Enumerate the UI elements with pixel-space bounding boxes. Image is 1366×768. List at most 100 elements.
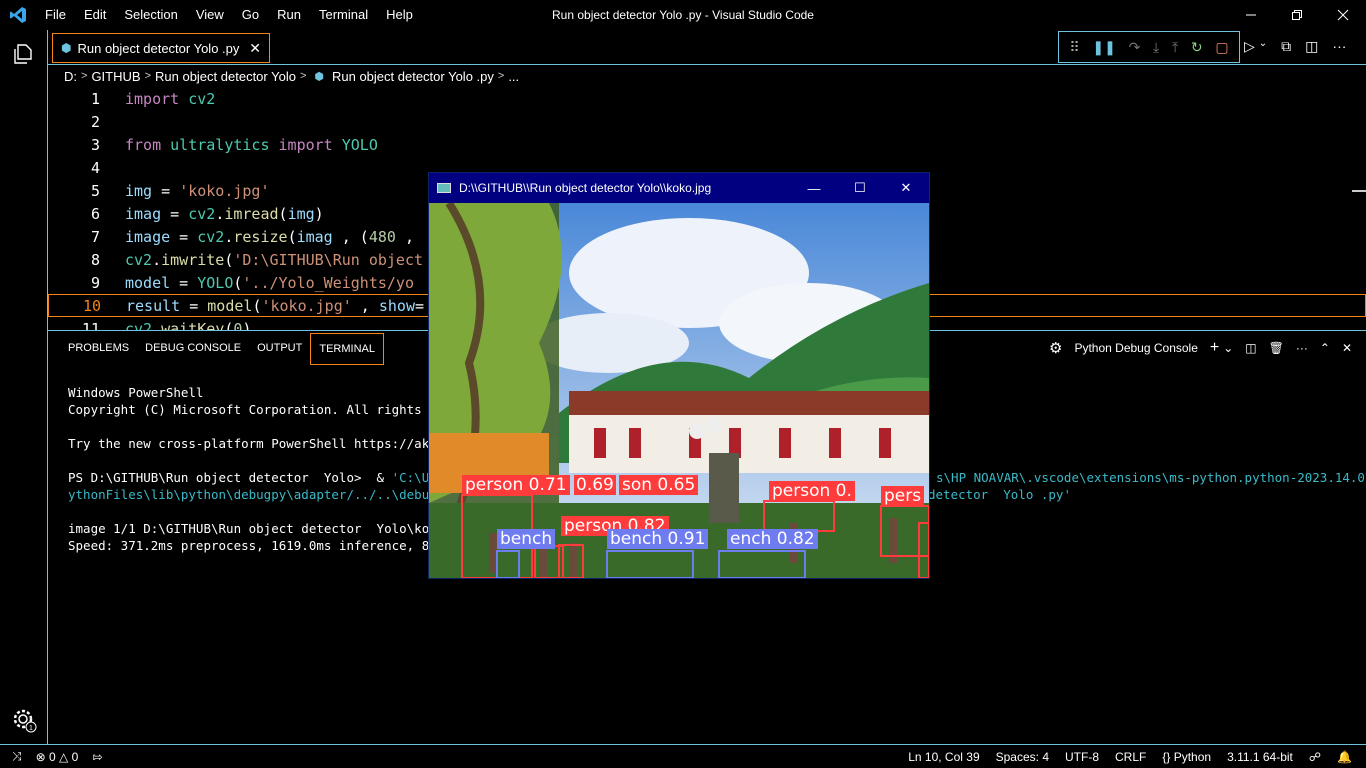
breadcrumb: D: > GITHUB > Run object detector Yolo >… (48, 66, 519, 86)
debug-status-icon[interactable]: ⇰ (92, 750, 102, 764)
split-terminal-icon[interactable]: ◫ (1245, 341, 1256, 355)
trash-icon[interactable]: 🗑 (1269, 341, 1284, 355)
step-over-icon[interactable]: ↷ (1129, 39, 1141, 56)
editor-actions: ▷ ⌄ ⧉ ◫ ··· (1244, 38, 1346, 55)
chevron-right-icon: > (299, 70, 307, 82)
title-bar: File Edit Selection View Go Run Terminal… (0, 0, 1366, 30)
pause-icon[interactable]: ❚❚ (1092, 39, 1115, 56)
explorer-icon[interactable] (0, 30, 48, 78)
line-number: 8 (90, 250, 100, 269)
error-count: 0 (49, 749, 56, 764)
tab-problems[interactable]: PROBLEMS (60, 333, 137, 365)
menu-view[interactable]: View (187, 0, 233, 30)
open-changes-icon[interactable]: ⧉ (1281, 38, 1291, 55)
problems-indicator[interactable]: ⊗ 0 △ 0 (36, 750, 79, 764)
tab-close-icon[interactable]: ✕ (249, 40, 261, 57)
code-text: cv2.waitKey(0) (125, 319, 252, 331)
python-file-icon: ⬢ (314, 70, 324, 83)
chevron-down-icon[interactable]: ⌄ (1223, 341, 1233, 355)
image-viewer-window[interactable]: D:\\GITHUB\\Run object detector Yolo\\ko… (428, 172, 930, 579)
run-icon[interactable]: ▷ (1244, 38, 1255, 55)
maximize-panel-icon[interactable]: ⌃ (1320, 341, 1330, 355)
breadcrumb-drive[interactable]: D: (64, 69, 77, 84)
line-number: 10 (82, 296, 101, 315)
code-line: 3 from ultralytics import YOLO (48, 133, 1366, 156)
restore-button[interactable] (1274, 0, 1320, 30)
maximize-button[interactable]: ☐ (837, 173, 883, 203)
python-interpreter[interactable]: 3.11.1 64-bit (1227, 750, 1293, 764)
terminal-path: ythonFiles\lib\python\debugpy\adapter/..… (68, 487, 460, 502)
detection-label: 0.69 (574, 475, 616, 495)
minimize-button[interactable]: — (791, 173, 837, 203)
menu-selection[interactable]: Selection (115, 0, 186, 30)
python-file-icon: ⬢ (61, 41, 72, 55)
cursor-position[interactable]: Ln 10, Col 39 (908, 750, 979, 764)
panel-tabs: PROBLEMS DEBUG CONSOLE OUTPUT TERMINAL (60, 333, 384, 365)
line-number: 5 (90, 181, 100, 200)
menu-bar: File Edit Selection View Go Run Terminal… (36, 0, 422, 30)
window-app-icon (437, 183, 451, 193)
scrollbar-marker[interactable] (1352, 190, 1366, 192)
more-actions-icon[interactable]: ··· (1296, 341, 1308, 355)
debug-toolbar: ⠿ ❚❚ ↷ ⤓ ⤒ ↻ ▢ (1058, 31, 1240, 63)
menu-go[interactable]: Go (233, 0, 268, 30)
breadcrumb-folder[interactable]: Run object detector Yolo (155, 69, 296, 84)
menu-edit[interactable]: Edit (75, 0, 115, 30)
breadcrumb-file[interactable]: Run object detector Yolo .py (332, 69, 494, 84)
step-into-icon[interactable]: ⤓ (1153, 39, 1159, 56)
more-actions-icon[interactable]: ··· (1332, 38, 1346, 55)
detection-label: person 0. (769, 481, 855, 501)
tab-output[interactable]: OUTPUT (249, 333, 310, 365)
remote-icon[interactable]: ⤨ (12, 749, 22, 764)
warning-icon: △ (59, 749, 69, 764)
activity-bar: 1 (0, 30, 48, 744)
tab-terminal[interactable]: TERMINAL (310, 333, 384, 365)
menu-help[interactable]: Help (377, 0, 422, 30)
detection-label: ench 0.82 (727, 529, 818, 549)
line-number: 2 (90, 112, 100, 131)
line-number: 6 (90, 204, 100, 223)
tab-debug-console[interactable]: DEBUG CONSOLE (137, 333, 249, 365)
line-ending[interactable]: CRLF (1115, 750, 1146, 764)
drag-handle-icon[interactable]: ⠿ (1069, 39, 1079, 56)
close-button[interactable]: ✕ (883, 173, 929, 203)
minimize-button[interactable] (1228, 0, 1274, 30)
terminal-path: s\HP NOAVAR\.vscode\extensions\ms-python… (936, 470, 1366, 485)
close-panel-icon[interactable]: ✕ (1342, 341, 1352, 355)
code-text: imag = cv2.imread(img) (125, 204, 324, 223)
menu-file[interactable]: File (36, 0, 75, 30)
chevron-down-icon[interactable]: ⌄ (1259, 38, 1267, 55)
terminal-name[interactable]: Python Debug Console (1074, 341, 1197, 355)
detection-label: bench 0.91 (607, 529, 709, 549)
svg-text:1: 1 (29, 725, 33, 732)
code-text: import cv2 (125, 89, 216, 108)
close-button[interactable] (1320, 0, 1366, 30)
language-label: Python (1173, 749, 1212, 764)
menu-run[interactable]: Run (268, 0, 310, 30)
warning-count: 0 (71, 749, 79, 764)
breadcrumb-more[interactable]: ... (508, 69, 519, 84)
tab-label: Run object detector Yolo .py (77, 40, 240, 56)
language-mode[interactable]: {} Python (1162, 750, 1211, 764)
line-number: 11 (81, 319, 100, 331)
notifications-icon[interactable]: 🔔 (1337, 750, 1352, 764)
code-line: 1 import cv2 (48, 87, 1366, 110)
feedback-icon[interactable]: ☍ (1309, 750, 1321, 764)
code-line: 2 (48, 110, 1366, 133)
restart-icon[interactable]: ↻ (1191, 39, 1203, 56)
terminal-path: detector Yolo .py' (928, 487, 1071, 502)
encoding[interactable]: UTF-8 (1065, 750, 1099, 764)
manage-gear-icon[interactable]: 1 (0, 696, 48, 744)
vscode-logo-icon (0, 0, 36, 30)
line-number: 4 (90, 158, 100, 177)
breadcrumb-github[interactable]: GITHUB (91, 69, 140, 84)
add-terminal-icon[interactable]: + (1210, 339, 1219, 357)
panel-actions: ⚙ Python Debug Console + ⌄ ◫ 🗑 ··· ⌃ ✕ (1049, 339, 1352, 357)
chevron-right-icon: > (144, 70, 151, 82)
stop-icon[interactable]: ▢ (1215, 39, 1228, 56)
step-out-icon[interactable]: ⤒ (1172, 39, 1178, 56)
tab-run-object-detector[interactable]: ⬢ Run object detector Yolo .py ✕ (52, 33, 270, 63)
split-editor-icon[interactable]: ◫ (1305, 38, 1318, 55)
menu-terminal[interactable]: Terminal (310, 0, 377, 30)
indentation[interactable]: Spaces: 4 (996, 750, 1049, 764)
